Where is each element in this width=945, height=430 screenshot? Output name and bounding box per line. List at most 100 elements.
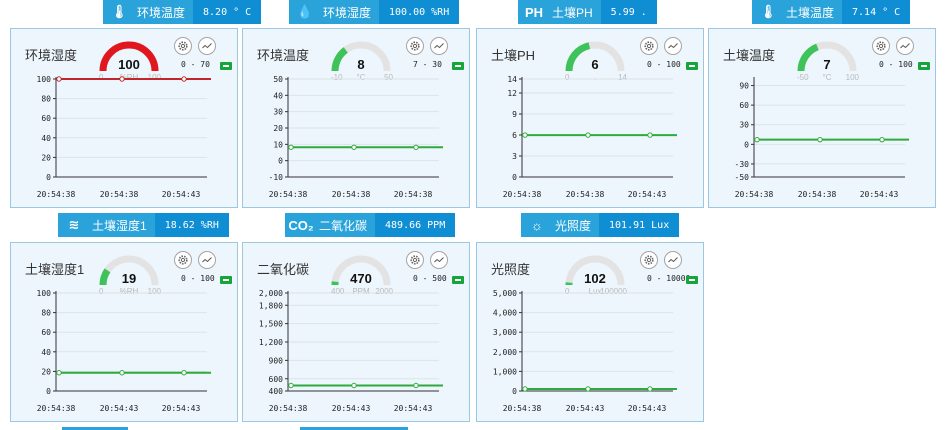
y-tick-label: 1,800 — [259, 301, 283, 310]
soil-thermometer-icon: 🌡 — [759, 4, 777, 19]
y-tick-label: 100 — [37, 289, 52, 298]
data-point — [647, 132, 653, 138]
co2-icon: CO₂ — [288, 217, 314, 233]
y-tick-label: 5,000 — [493, 289, 517, 298]
y-tick-label: 14 — [507, 75, 517, 84]
badge-value: 100.00 %RH — [379, 0, 460, 24]
y-tick-label: 12 — [507, 89, 517, 98]
data-point — [56, 76, 62, 82]
data-point — [522, 132, 528, 138]
y-tick-label: 0 — [46, 173, 51, 182]
badge-value: 101.91 Lux — [599, 213, 680, 237]
trend-chart: 14 12 9 6 3 0 20:54:38 20:54:38 20:54:43 — [503, 75, 677, 199]
x-tick-label: 20:54:43 — [162, 190, 201, 199]
card-soil-ph: 土壤PH 6 0. 14 0 - 100 14 12 9 6 3 0 20:54:38 20:54:38… — [476, 28, 704, 208]
x-tick-label: 20:54:38 — [332, 190, 371, 199]
y-tick-label: 40 — [273, 91, 283, 100]
y-tick-label: 9 — [512, 110, 517, 119]
y-tick-label: 100 — [37, 75, 52, 84]
y-tick-label: 2,000 — [493, 348, 517, 357]
y-tick-label: 60 — [739, 101, 749, 110]
badge-air-humidity: 💧 环境湿度 100.00 %RH — [289, 0, 460, 24]
badge-value: 7.14 ° C — [842, 0, 911, 24]
badge-value: 489.66 PPM — [375, 213, 456, 237]
ph-icon: PH — [524, 4, 544, 20]
y-tick-label: 90 — [739, 82, 749, 91]
x-tick-label: 20:54:43 — [628, 404, 667, 413]
y-tick-label: 30 — [739, 121, 749, 130]
data-point — [288, 382, 294, 389]
trend-chart: 90 60 30 0 -30 -50 20:54:38 20:54:38 20:54:43 — [735, 77, 909, 199]
data-point — [181, 76, 187, 82]
y-tick-label: 80 — [41, 95, 51, 104]
card-air-temperature: 环境温度 8 -10 °C 50 7 - 30 50 40 30 20 10 0 -10 20:54:38… — [242, 28, 470, 208]
card-co2: 二氧化碳 470 400 PPM 2000 0 - 500 2,000 1,800 1,500 1… — [242, 242, 470, 422]
data-point — [522, 386, 528, 392]
x-tick-label: 20:54:38 — [394, 190, 433, 199]
soil-moisture-icon: ≋ — [68, 217, 80, 232]
badge-label: 土壤温度 — [786, 5, 835, 20]
x-tick-label: 20:54:43 — [162, 404, 201, 413]
y-tick-label: 20 — [41, 367, 51, 376]
x-tick-label: 20:54:38 — [735, 190, 774, 199]
trend-chart: 5,000 4,000 3,000 2,000 1,000 0 20:54:38 20:54:… — [493, 289, 677, 413]
data-point — [351, 144, 357, 150]
x-tick-label: 20:54:38 — [269, 404, 308, 413]
card-illuminance: 光照度 102 0 Lux 100000 0 - 10000 5,000 4,000 3,000… — [476, 242, 704, 422]
x-tick-label: 20:54:38 — [503, 404, 542, 413]
y-tick-label: 600 — [269, 375, 284, 384]
data-point — [817, 136, 823, 143]
y-tick-label: 900 — [269, 356, 284, 365]
y-tick-label: 0 — [278, 157, 283, 166]
x-tick-label: 20:54:43 — [566, 404, 605, 413]
trend-chart: 50 40 30 20 10 0 -10 20:54:38 20:54:38 20:54:38 — [269, 75, 443, 199]
badge-value: 18.62 %RH — [154, 213, 229, 237]
data-point — [585, 132, 591, 138]
x-tick-label: 20:54:43 — [860, 190, 899, 199]
data-point — [647, 386, 653, 392]
x-tick-label: 20:54:38 — [269, 190, 308, 199]
badge-label: 环境湿度 — [323, 5, 372, 20]
y-tick-label: 40 — [41, 348, 51, 357]
x-tick-label: 20:54:43 — [100, 404, 139, 413]
badge-soil-temperature: 🌡 土壤温度 7.14 ° C — [752, 0, 911, 24]
y-tick-label: 1,200 — [259, 338, 283, 347]
y-tick-label: 80 — [41, 309, 51, 318]
y-tick-label: 0 — [512, 387, 517, 396]
droplet-icon: 💧 — [296, 4, 314, 19]
badge-co2: CO₂ 二氧化碳 489.66 PPM — [285, 213, 456, 237]
data-point — [879, 136, 885, 143]
y-tick-label: 4,000 — [493, 309, 517, 318]
data-point — [413, 382, 419, 389]
y-tick-label: -10 — [269, 173, 284, 182]
badge-label: 二氧化碳 — [319, 218, 368, 233]
data-point — [585, 386, 591, 392]
badge-air-temperature: 🌡 环境温度 8.20 ° C — [103, 0, 262, 24]
badge-label: 光照度 — [555, 218, 592, 233]
data-point — [413, 144, 419, 150]
data-point — [181, 370, 187, 376]
x-tick-label: 20:54:38 — [37, 190, 76, 199]
sun-icon: ☼ — [531, 217, 543, 233]
card-soil-moisture: 土壤湿度1 19 0 %RH 100 0 - 100 100 80 60 40 20 0 20:54:3… — [10, 242, 238, 422]
badge-label: 环境温度 — [137, 5, 186, 20]
x-tick-label: 20:54:43 — [628, 190, 667, 199]
y-tick-label: 2,000 — [259, 289, 283, 298]
y-tick-label: -50 — [735, 173, 750, 182]
x-tick-label: 20:54:38 — [37, 404, 76, 413]
data-point — [56, 370, 62, 376]
badge-label: 土壤PH — [552, 5, 593, 20]
badge-value: 5.99 . — [600, 0, 657, 24]
y-tick-label: 60 — [41, 114, 51, 123]
trend-chart: 2,000 1,800 1,500 1,200 900 600 400 20:54:38 20:… — [259, 289, 443, 413]
badge-label: 土壤湿度1 — [92, 218, 147, 233]
thermometer-icon: 🌡 — [110, 4, 128, 19]
y-tick-label: 0 — [744, 140, 749, 149]
y-tick-label: 3 — [512, 152, 517, 161]
data-point — [119, 76, 125, 82]
y-tick-label: 60 — [41, 328, 51, 337]
trend-chart: 100 80 60 40 20 0 20:54:38 20:54:38 20:54:43 — [37, 75, 211, 199]
y-tick-label: 30 — [273, 108, 283, 117]
card-soil-temperature: 土壤温度 7 -50 °C 100 0 - 100 90 60 30 0 -30 -50 20:54:3… — [708, 28, 936, 208]
y-tick-label: 1,500 — [259, 320, 283, 329]
